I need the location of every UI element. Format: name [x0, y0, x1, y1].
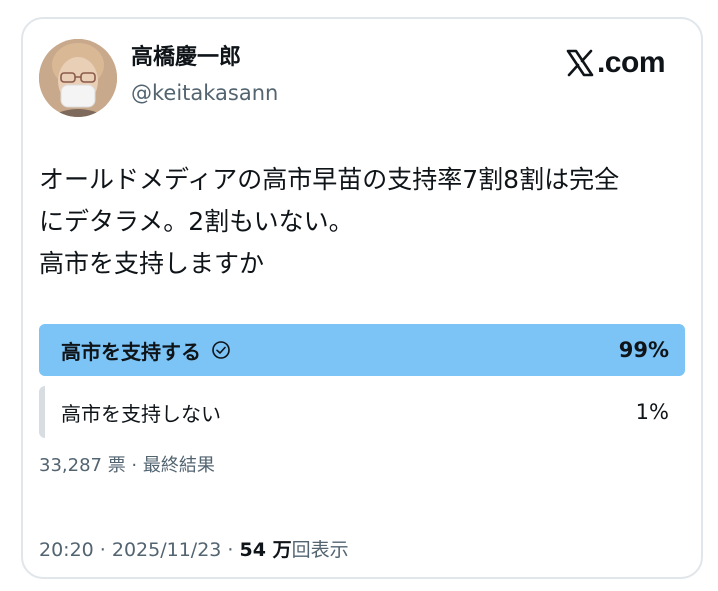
poll-option-support[interactable]: 高市を支持する 99%: [39, 324, 685, 376]
tweet-footer: 20:20 · 2025/11/23 · 54 万回表示: [39, 535, 349, 562]
x-logo-icon: [565, 48, 595, 78]
poll-option-percent: 1%: [635, 400, 669, 424]
tweet-text: オールドメディアの高市早苗の支持率7割8割は完全 にデタラメ。2割もいない。 高…: [39, 159, 689, 285]
poll-option-label-wrap: 高市を支持しない: [61, 386, 221, 438]
timestamp[interactable]: 20:20 · 2025/11/23 ·: [39, 539, 240, 561]
avatar[interactable]: [39, 39, 117, 117]
tweet-line: 高市を支持しますか: [39, 249, 265, 278]
poll-option-label: 高市を支持する: [61, 339, 201, 364]
tweet-line: にデタラメ。2割もいない。: [39, 207, 354, 236]
poll-meta: 33,287 票 · 最終結果: [39, 455, 215, 476]
poll: 高市を支持する 99% 高市を支持しない 1%: [39, 324, 685, 448]
poll-option-oppose[interactable]: 高市を支持しない 1%: [39, 386, 685, 438]
tweet-line: オールドメディアの高市早苗の支持率7割8割は完全: [39, 165, 620, 194]
poll-option-label-wrap: 高市を支持する: [61, 324, 231, 376]
tweet-card: 高橋慶一郎 @keitakasann .com オールドメディアの高市早苗の支持…: [21, 17, 703, 579]
poll-option-percent: 99%: [618, 338, 669, 362]
brand-label: .com: [596, 46, 666, 79]
poll-option-bar: [39, 386, 46, 438]
author-handle[interactable]: @keitakasann: [131, 79, 278, 107]
check-circle-icon: [211, 340, 231, 360]
view-count: 54 万: [239, 539, 292, 561]
brand-link[interactable]: .com: [565, 45, 666, 81]
view-label: 回表示: [291, 539, 349, 561]
poll-option-label: 高市を支持しない: [61, 401, 221, 426]
author-name[interactable]: 高橋慶一郎: [131, 43, 241, 73]
